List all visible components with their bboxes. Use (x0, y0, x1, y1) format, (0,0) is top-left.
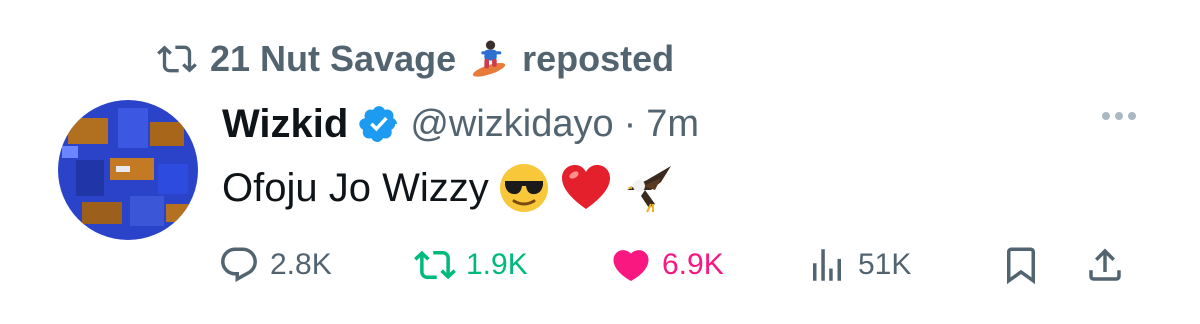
repost-count: 1.9K (466, 248, 528, 281)
avatar[interactable] (58, 100, 198, 240)
separator-dot: · (623, 102, 637, 145)
eagle-emoji-icon (626, 166, 671, 213)
more-dot-icon (1102, 112, 1110, 120)
reposted-label: reposted (522, 38, 675, 79)
repost-button[interactable]: 1.9K (414, 238, 528, 292)
repost-icon (414, 250, 456, 280)
tweet-header: Wizkid @wizkidayo · 7m (222, 94, 699, 154)
repost-context[interactable]: 21 Nut Savage reposted (152, 32, 674, 86)
verified-badge-icon (359, 106, 398, 142)
display-name[interactable]: Wizkid (222, 102, 348, 147)
views-button[interactable]: 51K (806, 238, 911, 292)
bookmark-icon (1007, 247, 1035, 285)
share-icon (1089, 248, 1121, 281)
reposter-name[interactable]: 21 Nut Savage (210, 38, 456, 80)
heart-icon (613, 250, 649, 282)
reply-count: 2.8K (270, 248, 332, 281)
more-dot-icon (1115, 112, 1123, 120)
repost-icon (157, 45, 197, 73)
views-chart-icon (813, 249, 841, 281)
reply-button[interactable]: 2.8K (218, 238, 332, 292)
action-bar: 2.8K 1.9K 6.9K 51K (218, 238, 1158, 292)
bookmark-button[interactable] (1000, 238, 1042, 292)
like-button[interactable]: 6.9K (610, 238, 724, 292)
user-handle[interactable]: @wizkidayo (410, 103, 613, 146)
more-dot-icon (1128, 112, 1136, 120)
sunglasses-emoji-icon (499, 164, 548, 212)
snowboarder-emoji-icon (472, 40, 506, 77)
avatar-image (58, 100, 198, 240)
like-count: 6.9K (662, 248, 724, 281)
share-button[interactable] (1084, 238, 1126, 292)
timestamp[interactable]: 7m (646, 103, 699, 146)
view-count: 51K (858, 248, 912, 281)
tweet-body: Ofoju Jo Wizzy (222, 158, 677, 218)
more-options-button[interactable] (1102, 112, 1136, 120)
reply-icon (221, 247, 257, 282)
red-heart-emoji-icon (561, 165, 610, 209)
tweet-text: Ofoju Jo Wizzy (222, 165, 489, 210)
